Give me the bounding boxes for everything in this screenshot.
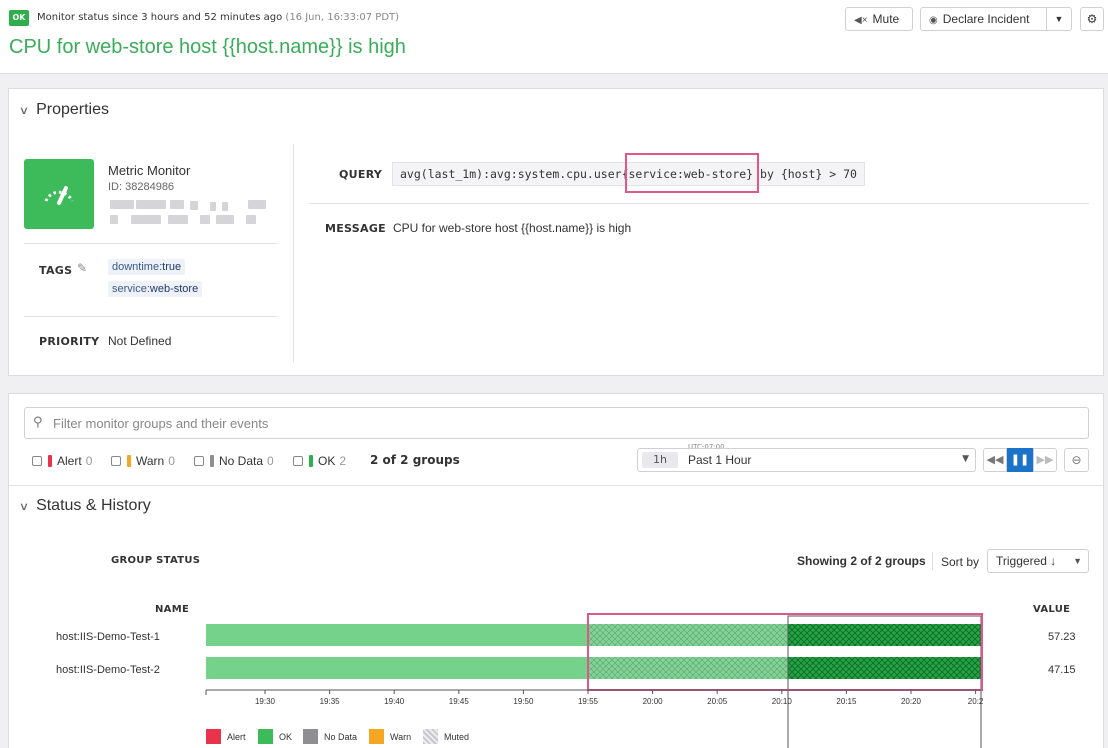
axis-tick-label: 19:30 xyxy=(255,697,276,706)
muted-bar xyxy=(588,624,788,646)
axis-tick-label: 19:55 xyxy=(578,697,599,706)
legend-label: Alert xyxy=(227,731,246,742)
legend-label: OK xyxy=(279,731,293,742)
axis-tick-label: 20:00 xyxy=(643,697,664,706)
legend-item-ok: OK xyxy=(258,729,292,744)
timeline-row-2[interactable] xyxy=(206,657,981,679)
legend-swatch xyxy=(423,729,438,744)
axis-tick-label: 19:35 xyxy=(320,697,341,706)
legend-swatch xyxy=(369,729,384,744)
legend-swatch xyxy=(303,729,318,744)
muted-bar xyxy=(588,657,788,679)
axis-tick-label: 19:45 xyxy=(449,697,470,706)
axis-tick-label: 19:40 xyxy=(384,697,405,706)
legend-label: No Data xyxy=(324,731,358,742)
ok-bar xyxy=(206,657,588,679)
muted-selected-bar xyxy=(788,657,981,679)
axis-tick-label: 20:20 xyxy=(901,697,922,706)
status-timeline[interactable]: 19:30 19:35 19:40 19:45 19:50 19:55 20:00 20:05… xyxy=(0,0,1108,748)
legend-label: Muted xyxy=(444,731,470,742)
axis-tick-label: 20:05 xyxy=(707,697,728,706)
legend-swatch xyxy=(258,729,273,744)
axis-tick-label: 20:15 xyxy=(836,697,857,706)
legend-item-alert: Alert xyxy=(206,729,246,744)
muted-selected-bar xyxy=(788,624,981,646)
ok-bar xyxy=(206,624,588,646)
legend-swatch xyxy=(206,729,221,744)
legend-label: Warn xyxy=(390,731,412,742)
axis-tick-label: 20:10 xyxy=(772,697,793,706)
time-axis-ticks: 19:30 19:35 19:40 19:45 19:50 19:55 20:00 20:05… xyxy=(205,690,984,706)
legend-item-warn: Warn xyxy=(369,729,411,744)
legend-item-nodata: No Data xyxy=(303,729,357,744)
axis-tick-label: 20:2 xyxy=(968,697,984,706)
timeline-row-1[interactable] xyxy=(206,624,981,646)
legend-item-muted: Muted xyxy=(423,729,469,744)
axis-tick-label: 19:50 xyxy=(513,697,534,706)
